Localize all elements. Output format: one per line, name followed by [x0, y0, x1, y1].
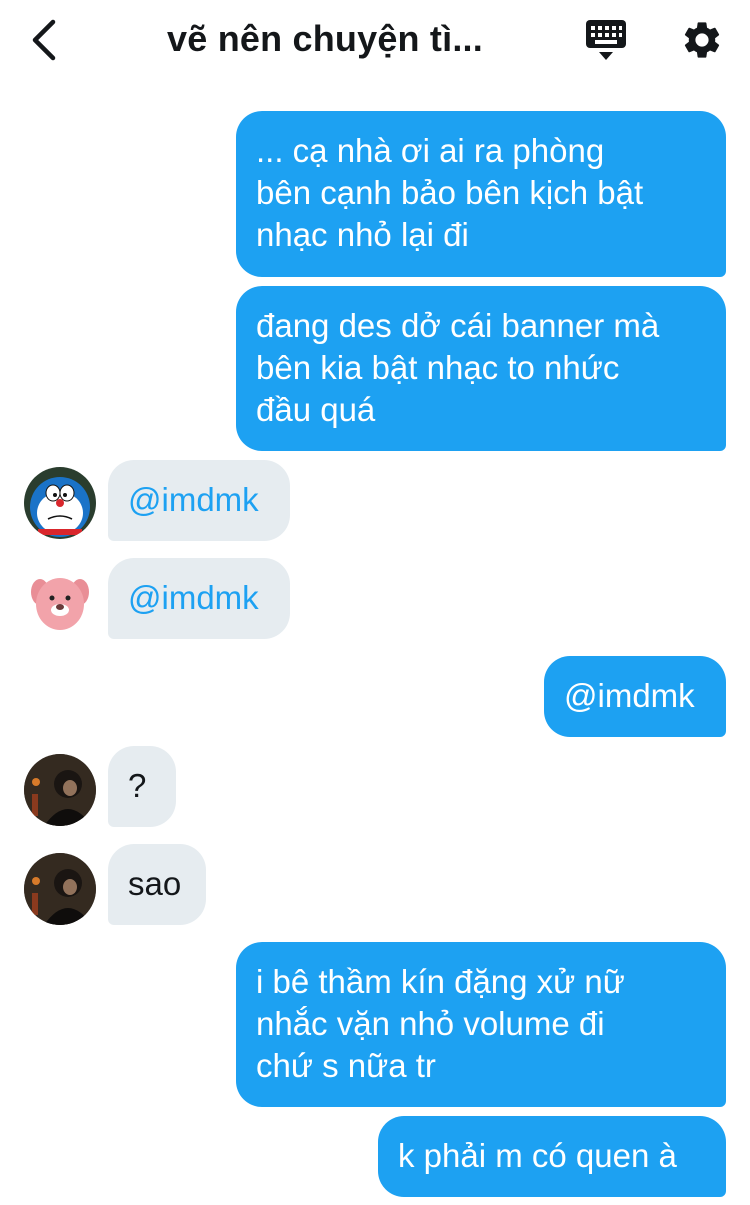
message-line: chứ s nữa tr — [256, 1047, 436, 1084]
message-bubble[interactable]: sao — [108, 844, 206, 925]
doraemon-avatar[interactable] — [24, 467, 96, 539]
mention-link[interactable]: @imdmk — [128, 577, 270, 619]
gear-icon — [684, 22, 720, 58]
dark-photo-avatar[interactable] — [24, 754, 96, 826]
message-line: bên cạnh bảo bên kịch bật — [256, 174, 644, 211]
message-bubble[interactable]: @imdmk — [108, 460, 290, 541]
keyboard-icon — [586, 20, 626, 60]
back-button[interactable] — [22, 14, 66, 66]
message-bubble[interactable]: ? — [108, 746, 176, 827]
mention-link[interactable]: @imdmk — [564, 675, 706, 717]
message-line: đang des dở cái banner mà — [256, 307, 660, 344]
conversation-title[interactable]: vẽ nên chuyện tì... — [100, 18, 550, 60]
keyboard-button[interactable] — [582, 18, 630, 64]
message-bubble[interactable]: @imdmk — [544, 656, 726, 737]
dark-photo-avatar[interactable] — [24, 853, 96, 925]
message-line: k phải m có quen à — [398, 1137, 677, 1174]
message-line: ... cạ nhà ơi ai ra phòng — [256, 132, 605, 169]
chevron-left-icon — [32, 19, 56, 61]
message-bubble[interactable]: @imdmk — [108, 558, 290, 639]
mention-link[interactable]: @imdmk — [128, 479, 270, 521]
message-line: sao — [128, 865, 182, 902]
message-bubble[interactable]: k phải m có quen à — [378, 1116, 726, 1197]
message-bubble[interactable]: i bê thầm kín đặng xử nữ nhắc vặn nhỏ vo… — [236, 942, 726, 1107]
message-bubble[interactable]: ... cạ nhà ơi ai ra phòng bên cạnh bảo b… — [236, 111, 726, 277]
message-line: đầu quá — [256, 391, 376, 428]
message-line: i bê thầm kín đặng xử nữ — [256, 963, 625, 1000]
message-line: bên kia bật nhạc to nhức — [256, 349, 620, 386]
message-line: nhắc vặn nhỏ volume đi — [256, 1005, 605, 1042]
settings-button[interactable] — [680, 18, 724, 62]
pink-beaver-avatar[interactable] — [24, 566, 96, 638]
conversation-header: vẽ nên chuyện tì... — [0, 0, 750, 84]
message-bubble[interactable]: đang des dở cái banner mà bên kia bật nh… — [236, 286, 726, 451]
message-line: ? — [128, 767, 147, 804]
message-line: nhạc nhỏ lại đi — [256, 216, 469, 253]
